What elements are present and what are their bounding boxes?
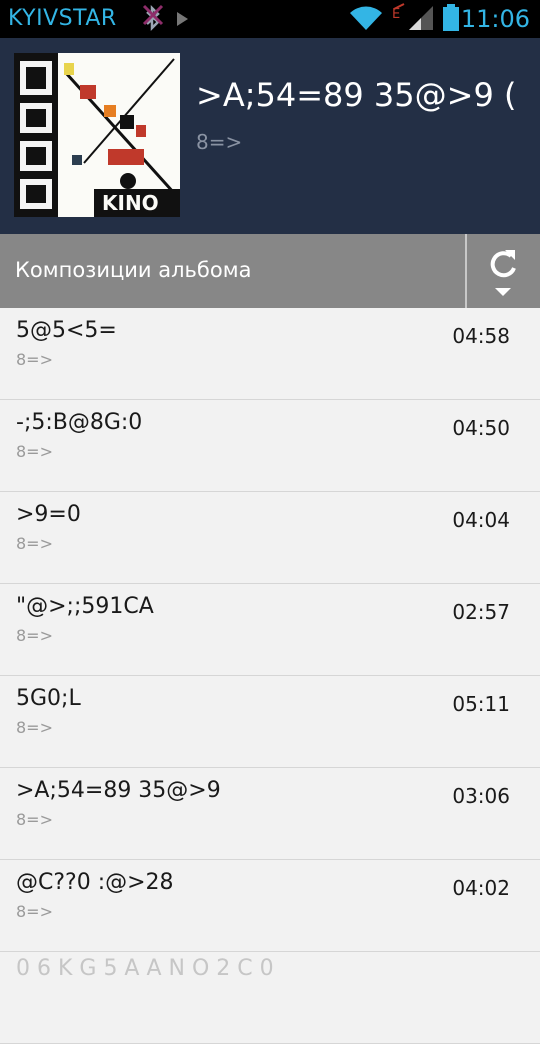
track-row[interactable]: >A;54=89 35@>9 8=> 03:06: [0, 768, 540, 860]
track-row[interactable]: -;5:B@8G:0 8=> 04:50: [0, 400, 540, 492]
clock: 11:06: [460, 5, 530, 33]
track-artist: 8=>: [16, 626, 53, 645]
bluetooth-disabled-icon: [140, 0, 166, 42]
album-artist: 8=>: [196, 130, 243, 154]
play-store-icon: [172, 0, 196, 42]
track-list: 5@5<5= 8=> 04:58 -;5:B@8G:0 8=> 04:50 >9…: [0, 308, 540, 1044]
track-title: -;5:B@8G:0: [16, 410, 143, 435]
signal-icon: [407, 0, 435, 42]
track-row[interactable]: @C??0 :@>28 8=> 04:02: [0, 860, 540, 952]
track-title: "@>;;591CA: [16, 594, 154, 619]
track-duration: 03:06: [452, 784, 510, 808]
status-bar: KYIVSTAR E 11:06: [0, 0, 540, 38]
wifi-icon: [348, 0, 384, 42]
track-artist: 8=>: [16, 534, 53, 553]
section-title: Композиции альбома: [15, 258, 252, 282]
track-artist: 8=>: [16, 810, 53, 829]
album-cover-art[interactable]: KINO: [14, 53, 180, 217]
track-row[interactable]: 5@5<5= 8=> 04:58: [0, 308, 540, 400]
track-title: 5@5<5=: [16, 318, 117, 343]
track-row[interactable]: 0 6 K G 5 A A N O 2 C 0: [0, 952, 540, 1044]
track-duration: 04:58: [452, 324, 510, 348]
track-artist: 8=>: [16, 350, 53, 369]
refresh-button[interactable]: [467, 234, 540, 308]
track-row[interactable]: "@>;;591CA 8=> 02:57: [0, 584, 540, 676]
track-row[interactable]: >9=0 8=> 04:04: [0, 492, 540, 584]
battery-icon: [441, 0, 461, 42]
track-title: 5G0;L: [16, 686, 81, 711]
track-duration: 04:50: [452, 416, 510, 440]
track-title: >A;54=89 35@>9: [16, 778, 221, 803]
svg-text:KINO: KINO: [102, 191, 159, 215]
track-duration: 05:11: [452, 692, 510, 716]
svg-text:E: E: [392, 7, 400, 22]
data-icon: E: [390, 0, 408, 42]
track-row[interactable]: 5G0;L 8=> 05:11: [0, 676, 540, 768]
track-title: >9=0: [16, 502, 81, 527]
track-duration: 02:57: [452, 600, 510, 624]
refresh-icon: [490, 250, 516, 296]
track-artist: 8=>: [16, 442, 53, 461]
album-header: KINO >A;54=89 35@>9 ( 8=>: [0, 38, 540, 234]
album-title: >A;54=89 35@>9 (: [196, 76, 517, 114]
track-artist: 8=>: [16, 902, 53, 921]
track-title: @C??0 :@>28: [16, 870, 174, 895]
track-duration: 04:04: [452, 508, 510, 532]
section-header: Композиции альбома: [0, 234, 540, 308]
carrier-label: KYIVSTAR: [8, 6, 117, 31]
track-duration: 04:02: [452, 876, 510, 900]
track-artist: 8=>: [16, 718, 53, 737]
